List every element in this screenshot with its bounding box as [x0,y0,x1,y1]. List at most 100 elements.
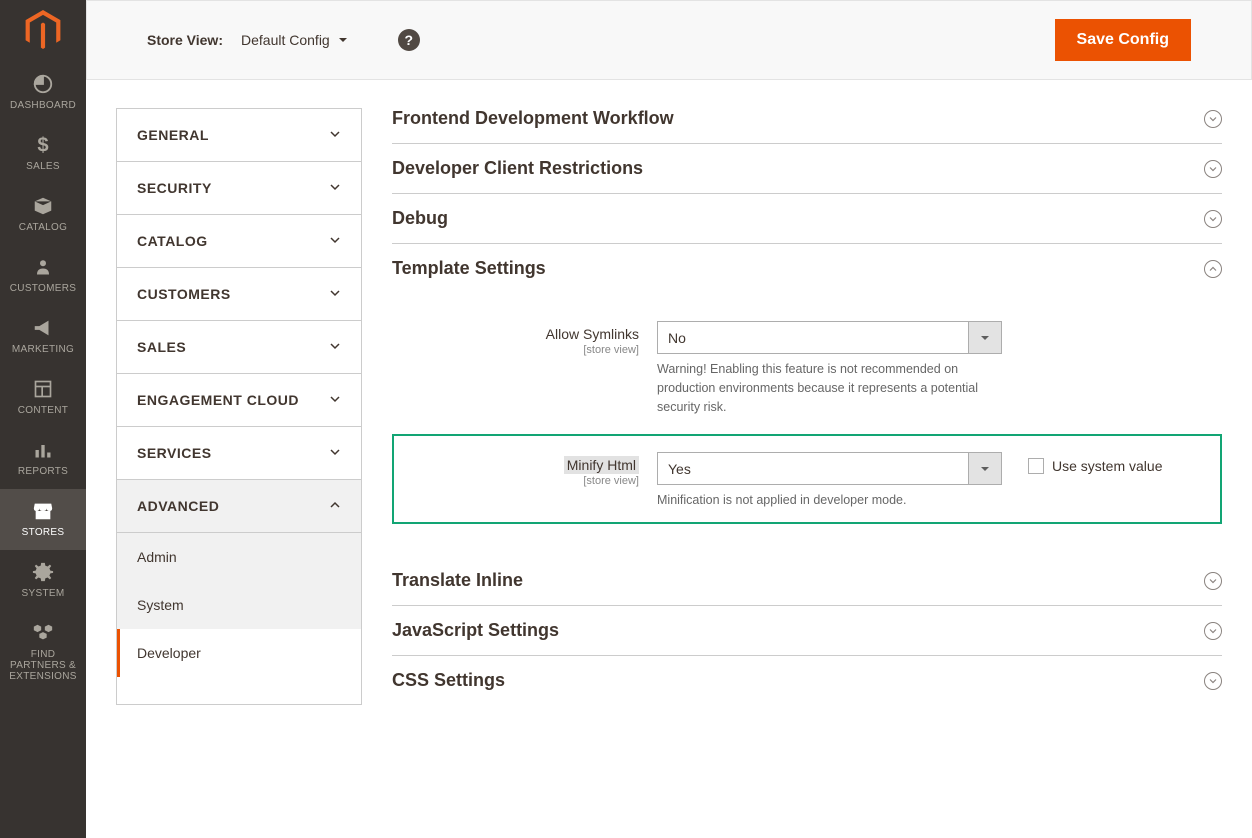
chevron-down-icon [329,127,341,143]
config-nav-engagement-cloud[interactable]: ENGAGEMENT CLOUD [117,374,361,427]
sidebar-item-content[interactable]: CONTENT [0,367,86,428]
chevron-down-icon [329,286,341,302]
section-frontend-dev-workflow[interactable]: Frontend Development Workflow [392,108,1222,144]
template-settings-body: Allow Symlinks [store view] No Warning! … [392,293,1222,556]
section-title: Translate Inline [392,570,523,591]
allow-symlinks-scope: [store view] [392,344,639,356]
config-nav-label: GENERAL [137,127,209,143]
sidebar-label: CUSTOMERS [10,283,76,294]
help-icon[interactable]: ? [398,29,420,51]
sidebar-label: CATALOG [19,222,67,233]
chevron-up-icon [329,498,341,514]
allow-symlinks-label: Allow Symlinks [546,326,639,342]
config-nav-label: SECURITY [137,180,212,196]
section-template-settings[interactable]: Template Settings [392,244,1222,293]
minify-html-label: Minify Html [564,456,639,474]
config-nav-security[interactable]: SECURITY [117,162,361,215]
config-nav-label: SERVICES [137,445,212,461]
expand-icon [1204,160,1222,178]
row-minify-html: Minify Html [store view] Yes [404,452,1210,510]
sidebar-item-marketing[interactable]: MARKETING [0,306,86,367]
config-nav-sub-system[interactable]: System [117,581,361,629]
config-nav-advanced[interactable]: ADVANCED [117,480,361,533]
chevron-down-icon [338,32,348,48]
sidebar-label: REPORTS [18,466,68,477]
config-nav-sub-developer[interactable]: Developer [117,629,361,677]
sidebar-label: MARKETING [12,344,74,355]
sidebar-item-dashboard[interactable]: DASHBOARD [0,62,86,123]
allow-symlinks-select[interactable]: No [657,321,1002,354]
section-translate-inline[interactable]: Translate Inline [392,556,1222,606]
sidebar-item-find-partners[interactable]: FIND PARTNERS & EXTENSIONS [0,611,86,694]
chevron-down-icon [329,392,341,408]
config-nav: GENERAL SECURITY CATALOG CUSTOMERS SALES [116,108,362,705]
box-icon [31,194,55,218]
megaphone-icon [31,316,55,340]
config-nav-label: ENGAGEMENT CLOUD [137,392,299,408]
sidebar-label: SYSTEM [22,588,65,599]
sidebar-label: DASHBOARD [10,100,76,111]
config-nav-label: SALES [137,339,186,355]
person-icon [31,255,55,279]
sidebar-label: SALES [26,161,60,172]
minify-html-select[interactable]: Yes [657,452,1002,485]
section-title: Frontend Development Workflow [392,108,674,129]
layout-icon [31,377,55,401]
sidebar-item-customers[interactable]: CUSTOMERS [0,245,86,306]
select-value: Yes [658,461,968,477]
store-view-value: Default Config [241,32,330,48]
config-nav-services[interactable]: SERVICES [117,427,361,480]
config-nav-catalog[interactable]: CATALOG [117,215,361,268]
use-system-value-label: Use system value [1052,458,1162,474]
magento-logo[interactable] [23,10,63,50]
use-system-value-checkbox[interactable] [1028,458,1044,474]
minify-html-highlight: Minify Html [store view] Yes [392,434,1222,524]
store-view-select[interactable]: Default Config [241,32,348,48]
config-nav-general[interactable]: GENERAL [117,109,361,162]
dollar-icon: $ [31,133,55,157]
chevron-down-icon [968,322,1001,353]
config-nav-sub-admin[interactable]: Admin [117,533,361,581]
collapse-icon [1204,260,1222,278]
config-nav-label: CATALOG [137,233,208,249]
minify-html-help: Minification is not applied in developer… [657,491,1002,510]
config-panel: Frontend Development Workflow Developer … [392,108,1222,705]
config-nav-label: CUSTOMERS [137,286,231,302]
store-icon [31,499,55,523]
sidebar-label: FIND PARTNERS & EXTENSIONS [2,649,84,682]
sidebar-item-reports[interactable]: REPORTS [0,428,86,489]
expand-icon [1204,622,1222,640]
expand-icon [1204,210,1222,228]
chevron-down-icon [329,180,341,196]
config-nav-customers[interactable]: CUSTOMERS [117,268,361,321]
sidebar-item-sales[interactable]: $ SALES [0,123,86,184]
section-title: JavaScript Settings [392,620,559,641]
bar-chart-icon [31,438,55,462]
sidebar-item-catalog[interactable]: CATALOG [0,184,86,245]
section-debug[interactable]: Debug [392,194,1222,244]
admin-sidebar: DASHBOARD $ SALES CATALOG CUSTOMERS MARK… [0,0,86,838]
config-nav-label: ADVANCED [137,498,219,514]
expand-icon [1204,672,1222,690]
gear-icon [31,560,55,584]
row-allow-symlinks: Allow Symlinks [store view] No Warning! … [392,321,1222,416]
minify-html-scope: [store view] [404,475,639,487]
expand-icon [1204,572,1222,590]
section-title: Developer Client Restrictions [392,158,643,179]
section-css-settings[interactable]: CSS Settings [392,656,1222,705]
section-title: Debug [392,208,448,229]
save-config-button[interactable]: Save Config [1055,19,1191,61]
sidebar-label: STORES [22,527,65,538]
page-header: Store View: Default Config ? Save Config [86,0,1252,80]
section-client-restrictions[interactable]: Developer Client Restrictions [392,144,1222,194]
sidebar-item-stores[interactable]: STORES [0,489,86,550]
config-nav-sales[interactable]: SALES [117,321,361,374]
store-view-label: Store View: [147,32,223,48]
svg-text:$: $ [37,134,48,156]
section-js-settings[interactable]: JavaScript Settings [392,606,1222,656]
chevron-down-icon [968,453,1001,484]
chevron-down-icon [329,233,341,249]
sidebar-item-system[interactable]: SYSTEM [0,550,86,611]
blocks-icon [31,621,55,645]
select-value: No [658,330,968,346]
